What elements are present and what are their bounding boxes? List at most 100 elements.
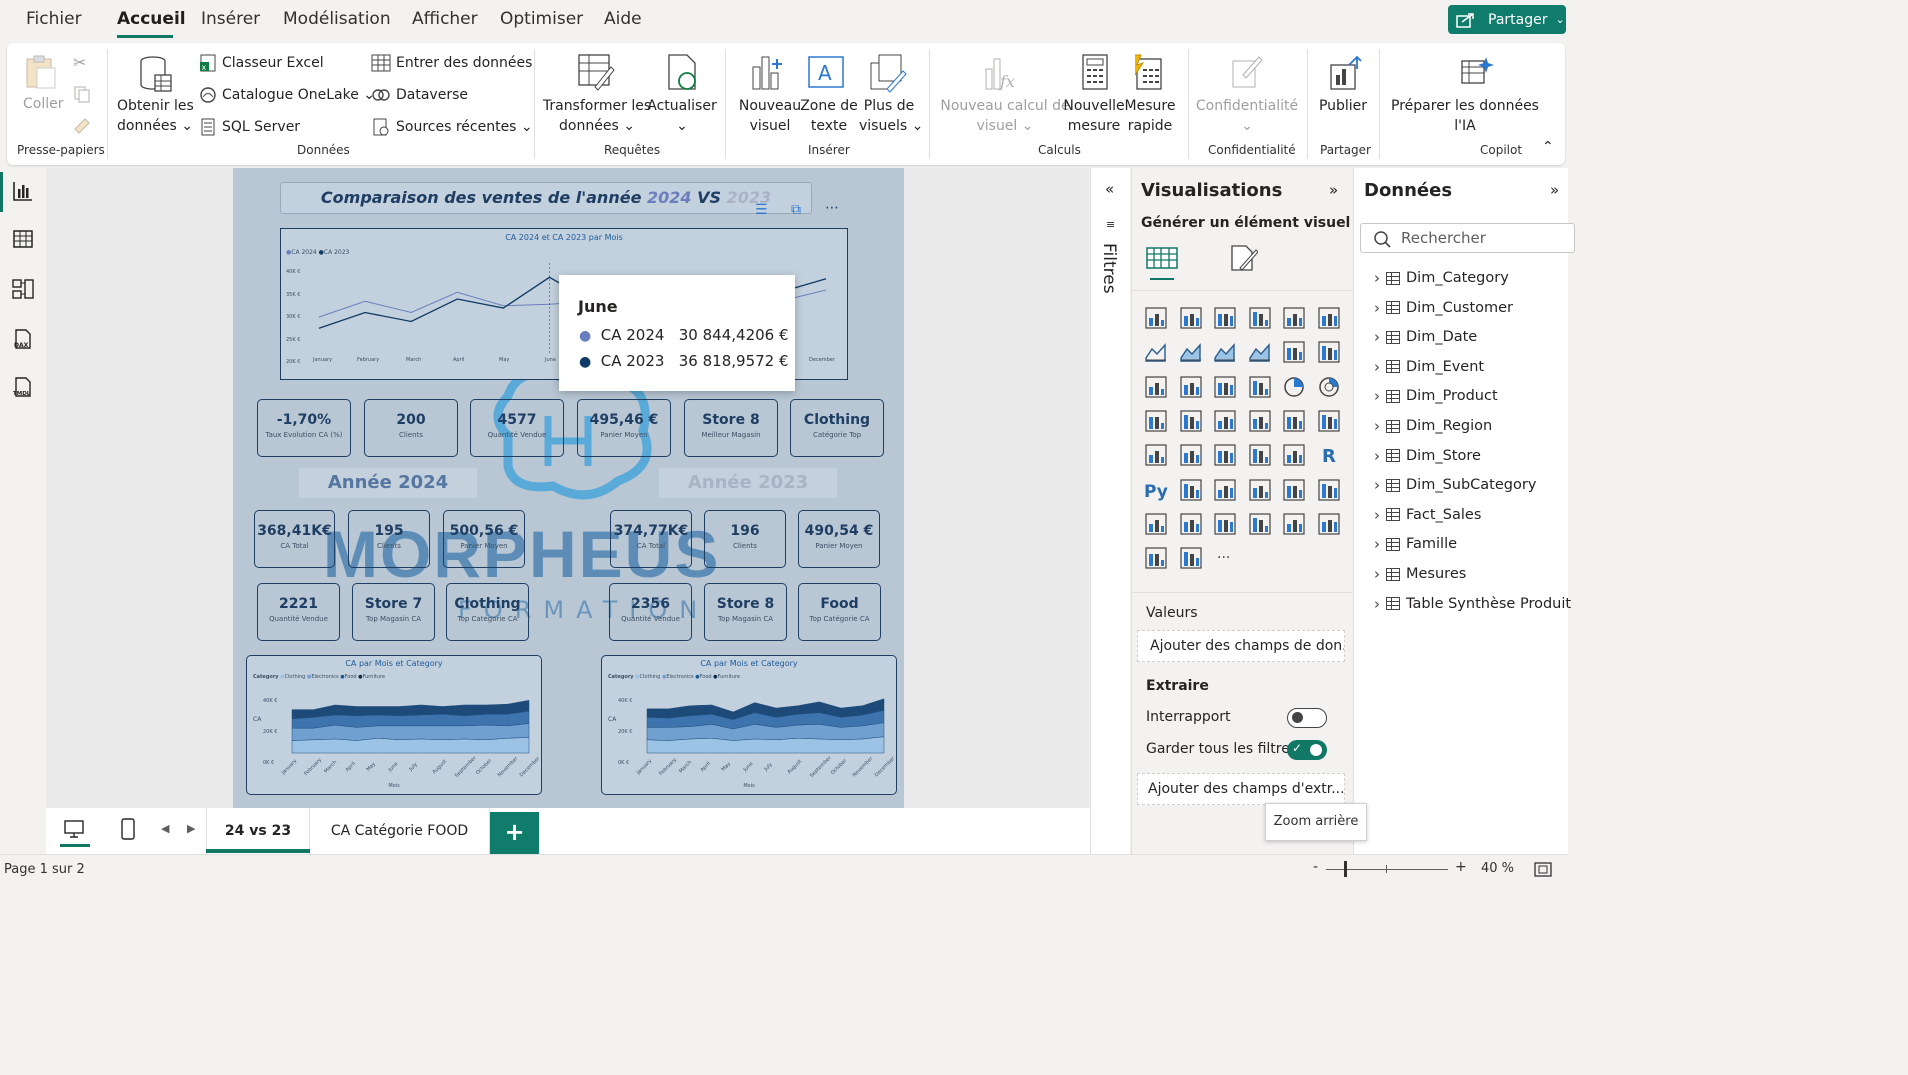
area-series-clothing[interactable]	[291, 737, 530, 754]
menu-optimiser[interactable]: Optimiser	[500, 9, 583, 29]
qna-icon[interactable]	[1248, 478, 1272, 502]
refresh-button[interactable]: Actualiser ⌄	[647, 96, 717, 136]
kpi-2024-card[interactable]: 2221 Quantité Vendue	[257, 583, 340, 641]
table-row-dim-subcategory[interactable]: › Dim_SubCategory	[1374, 476, 1536, 494]
table-row-table-synth-se-produit[interactable]: › Table Synthèse Produit	[1374, 595, 1571, 613]
power-automate-icon[interactable]	[1213, 512, 1237, 536]
zoom-slider-thumb[interactable]	[1344, 861, 1347, 877]
kpi-card[interactable]: Clothing Catégorie Top	[790, 399, 884, 457]
cut-icon[interactable]: ✂	[73, 53, 86, 72]
report-view-icon[interactable]	[12, 180, 34, 202]
expand-chevron-icon[interactable]: ›	[1374, 387, 1380, 405]
table-row-dim-category[interactable]: › Dim_Category	[1374, 269, 1509, 287]
table-row-dim-date[interactable]: › Dim_Date	[1374, 328, 1477, 346]
decomposition-tree-icon[interactable]	[1213, 478, 1237, 502]
menu-inserer[interactable]: Insérer	[201, 9, 260, 29]
recent-sources-button[interactable]: Sources récentes ⌄	[396, 119, 533, 135]
kpi-2023-card[interactable]: 2356 Quantité Vendue	[609, 583, 692, 641]
menu-afficher[interactable]: Afficher	[412, 9, 478, 29]
kpi-card[interactable]: 4577 Quantité Vendue	[470, 399, 564, 457]
expand-chevron-icon[interactable]: ›	[1374, 447, 1380, 465]
more-visuals-button[interactable]: Plus de visuels ⌄	[859, 96, 923, 136]
share-button[interactable]: Partager ⌄	[1448, 5, 1566, 34]
100-stacked-column-icon[interactable]	[1317, 306, 1341, 330]
diamond-icon[interactable]	[1144, 546, 1168, 570]
kpi-card[interactable]: Store 8 Meilleur Magasin	[684, 399, 778, 457]
collapse-data-icon[interactable]: »	[1550, 181, 1559, 199]
page-tab-ca-categorie-food[interactable]: CA Catégorie FOOD	[310, 808, 490, 854]
expand-chevron-icon[interactable]: ›	[1374, 269, 1380, 287]
azure-map-icon[interactable]	[1282, 409, 1306, 433]
quick-measure-button[interactable]: Mesure rapide	[1121, 96, 1179, 136]
format-visual-icon[interactable]	[1226, 242, 1258, 274]
area-icon[interactable]	[1179, 340, 1203, 364]
sensitivity-button[interactable]: Confidentialité ⌄	[1194, 96, 1300, 136]
table-row-mesures[interactable]: › Mesures	[1374, 565, 1466, 583]
gauge-icon[interactable]	[1317, 409, 1341, 433]
table-row-fact-sales[interactable]: › Fact_Sales	[1374, 506, 1481, 524]
kpi-2024-card[interactable]: 195 Clients	[348, 510, 430, 568]
kpi-card[interactable]: 495,46 € Panier Moyen	[577, 399, 671, 457]
kpi-2023-card[interactable]: Food Top Catégorie CA	[798, 583, 881, 641]
clustered-bar-icon[interactable]	[1213, 306, 1237, 330]
arcgis-icon[interactable]	[1317, 512, 1341, 536]
collapse-ribbon-icon[interactable]: ⌃	[1542, 139, 1554, 155]
expand-chevron-icon[interactable]: ›	[1374, 535, 1380, 553]
table-row-dim-region[interactable]: › Dim_Region	[1374, 417, 1492, 435]
menu-accueil[interactable]: Accueil	[117, 9, 186, 29]
kpi-2023-card[interactable]: 374,77K€ CA Total	[610, 510, 692, 568]
dax-query-view-icon[interactable]: DAX	[12, 328, 34, 350]
enter-data-button[interactable]: Entrer des données	[396, 55, 532, 71]
waterfall-icon[interactable]	[1179, 375, 1203, 399]
table-row-dim-event[interactable]: › Dim_Event	[1374, 358, 1484, 376]
multi-row-card-icon[interactable]	[1213, 443, 1237, 467]
mobile-layout-icon[interactable]	[121, 818, 135, 840]
new-visual-calculation-button[interactable]: Nouveau calcul de visuel ⌄	[940, 96, 1070, 136]
data-search-box[interactable]: Rechercher	[1360, 223, 1575, 253]
copy-icon[interactable]	[73, 85, 91, 103]
add-page-button[interactable]: +	[490, 812, 539, 854]
values-drop-zone[interactable]: Ajouter des champs de don...	[1137, 630, 1345, 662]
tmdl-view-icon[interactable]: TMDL	[12, 376, 34, 398]
collapse-visualizations-icon[interactable]: »	[1329, 181, 1338, 199]
build-visual-icon[interactable]	[1146, 244, 1178, 272]
funnel-icon[interactable]	[1213, 375, 1237, 399]
narrative-icon[interactable]	[1248, 512, 1272, 536]
python-visual-icon[interactable]: Py	[1144, 478, 1168, 502]
filters-pane-collapsed[interactable]: « ≡ Filtres	[1090, 168, 1130, 854]
pie-icon[interactable]	[1282, 375, 1306, 399]
key-influencers-icon[interactable]	[1179, 478, 1203, 502]
filter-icon[interactable]: ☰	[755, 202, 768, 218]
kpi-icon[interactable]	[1179, 443, 1203, 467]
donut-icon[interactable]	[1317, 375, 1341, 399]
smart-narrative-icon[interactable]	[1282, 478, 1306, 502]
cross-report-toggle[interactable]	[1287, 708, 1327, 728]
format-painter-icon[interactable]	[71, 115, 93, 135]
clustered-column-icon[interactable]	[1248, 306, 1272, 330]
expand-chevron-icon[interactable]: ›	[1374, 417, 1380, 435]
expand-chevron-icon[interactable]: ›	[1374, 328, 1380, 346]
page-tab-24-vs-23[interactable]: 24 vs 23	[206, 808, 310, 854]
dataverse-button[interactable]: Dataverse	[396, 87, 468, 103]
copilot-prepare-data-button[interactable]: Préparer les données l'IA	[1387, 96, 1543, 136]
kpi-2023-card[interactable]: Store 8 Top Magasin CA	[704, 583, 787, 641]
sql-server-button[interactable]: SQL Server	[222, 119, 300, 135]
table-row-dim-product[interactable]: › Dim_Product	[1374, 387, 1498, 405]
expand-chevron-icon[interactable]: ›	[1374, 299, 1380, 317]
power-apps-icon[interactable]	[1179, 512, 1203, 536]
more-icon[interactable]: ···	[1213, 546, 1237, 570]
treemap-icon[interactable]	[1144, 409, 1168, 433]
shape-map-icon[interactable]	[1248, 409, 1272, 433]
get-data-button[interactable]: Obtenir les données ⌄	[117, 96, 194, 136]
table-row-famille[interactable]: › Famille	[1374, 535, 1457, 553]
publish-button[interactable]: Publier	[1313, 96, 1373, 116]
paste-button[interactable]: Coller	[23, 96, 64, 112]
kpi-card[interactable]: 200 Clients	[364, 399, 458, 457]
text-box-button[interactable]: Zone de texte	[797, 96, 861, 136]
more-options-icon[interactable]: ⋯	[825, 200, 839, 216]
filled-map-icon[interactable]	[1213, 409, 1237, 433]
line-icon[interactable]	[1144, 340, 1168, 364]
desktop-layout-icon[interactable]	[64, 820, 84, 838]
goals-icon[interactable]	[1317, 478, 1341, 502]
chevrons-icon[interactable]	[1179, 546, 1203, 570]
